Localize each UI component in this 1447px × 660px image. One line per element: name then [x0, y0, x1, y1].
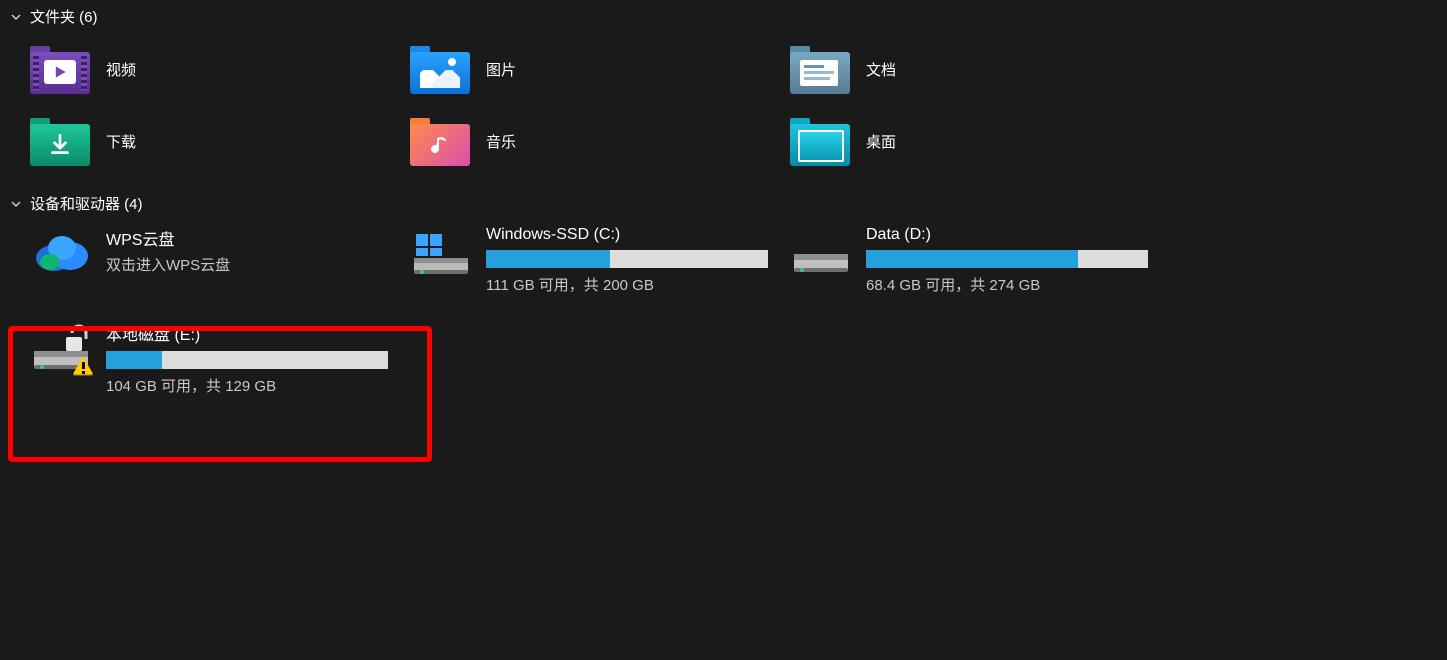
desktop-icon	[790, 116, 850, 166]
folder-label: 文档	[866, 59, 896, 80]
folder-videos[interactable]: 视频	[30, 33, 410, 105]
folder-pictures[interactable]: 图片	[410, 33, 790, 105]
drive-name: Data (D:)	[866, 226, 1170, 244]
drive-status: 111 GB 可用，共 200 GB	[486, 274, 790, 295]
drive-name: 本地磁盘 (E:)	[106, 321, 410, 345]
folder-documents[interactable]: 文档	[790, 33, 1170, 105]
usage-bar	[486, 250, 768, 268]
section-header-folders[interactable]: 文件夹 (6)	[0, 0, 1447, 33]
drive-status: 104 GB 可用，共 129 GB	[106, 375, 410, 396]
drive-subtext: 双击进入WPS云盘	[106, 254, 410, 275]
windows-drive-icon	[410, 232, 472, 282]
section-title: 设备和驱动器 (4)	[30, 193, 143, 214]
videos-icon	[30, 44, 90, 94]
hard-drive-icon	[790, 232, 852, 282]
folders-grid: 视频 图片 文档	[0, 33, 1447, 177]
documents-icon	[790, 44, 850, 94]
drive-e[interactable]: 本地磁盘 (E:) 104 GB 可用，共 129 GB	[30, 315, 410, 414]
folder-label: 音乐	[486, 131, 516, 152]
music-icon	[410, 116, 470, 166]
folder-desktop[interactable]: 桌面	[790, 105, 1170, 177]
cloud-icon	[30, 226, 92, 276]
usage-bar	[866, 250, 1148, 268]
drive-c[interactable]: Windows-SSD (C:) 111 GB 可用，共 200 GB	[410, 220, 790, 313]
chevron-down-icon	[10, 198, 22, 210]
drive-name: Windows-SSD (C:)	[486, 226, 790, 244]
drive-status: 68.4 GB 可用，共 274 GB	[866, 274, 1170, 295]
folder-downloads[interactable]: 下载	[30, 105, 410, 177]
folder-label: 桌面	[866, 131, 896, 152]
drives-grid: WPS云盘 双击进入WPS云盘 Windows-SSD (C:) 111 GB …	[0, 220, 1447, 414]
section-title: 文件夹 (6)	[30, 6, 98, 27]
folder-label: 视频	[106, 59, 136, 80]
drive-wps-cloud[interactable]: WPS云盘 双击进入WPS云盘	[30, 220, 410, 294]
drive-d[interactable]: Data (D:) 68.4 GB 可用，共 274 GB	[790, 220, 1170, 313]
downloads-icon	[30, 116, 90, 166]
folder-label: 下载	[106, 131, 136, 152]
pictures-icon	[410, 44, 470, 94]
folder-music[interactable]: 音乐	[410, 105, 790, 177]
chevron-down-icon	[10, 11, 22, 23]
usage-bar	[106, 351, 388, 369]
locked-drive-icon	[30, 323, 92, 373]
folder-label: 图片	[486, 59, 516, 80]
section-header-drives[interactable]: 设备和驱动器 (4)	[0, 187, 1447, 220]
drive-name: WPS云盘	[106, 226, 410, 250]
